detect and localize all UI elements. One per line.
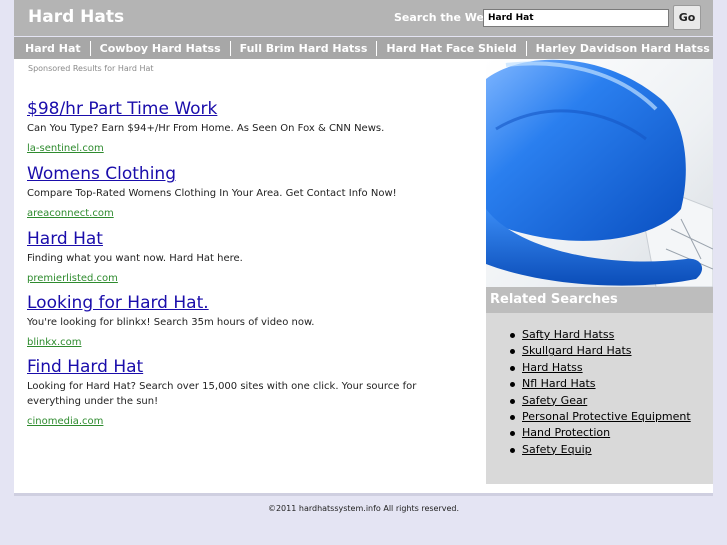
ad-title-link[interactable]: Hard Hat	[27, 229, 467, 249]
list-item: Safty Hard Hatss	[510, 327, 713, 343]
ad-title-link[interactable]: Find Hard Hat	[27, 357, 417, 377]
nav-item-full-brim-hard-hatss[interactable]: Full Brim Hard Hatss	[240, 42, 368, 55]
footer-copyright: ©2011 hardhatssystem.info All rights res…	[267, 504, 460, 513]
ad-result: Looking for Hard Hat. You're looking for…	[27, 293, 467, 349]
ad-description: You're looking for blinkx! Search 35m ho…	[27, 317, 315, 328]
related-searches-heading: Related Searches	[486, 287, 713, 313]
ad-title-link[interactable]: Womens Clothing	[27, 164, 467, 184]
footer-divider	[14, 493, 713, 496]
ad-description: Looking for Hard Hat? Search over 15,000…	[27, 381, 417, 407]
related-link-safety-equip[interactable]: Safety Equip	[522, 443, 592, 456]
header-bar: Hard Hats Search the Web: Go	[14, 0, 713, 36]
related-link-safety-gear[interactable]: Safety Gear	[522, 394, 587, 407]
related-searches-panel: Related Searches Safty Hard Hatss Skullg…	[486, 287, 713, 484]
ad-result: Find Hard Hat Looking for Hard Hat? Sear…	[27, 357, 417, 428]
related-link-hand-protection[interactable]: Hand Protection	[522, 426, 610, 439]
search-input[interactable]	[483, 9, 669, 27]
site-title: Hard Hats	[28, 7, 125, 27]
list-item: Hand Protection	[510, 425, 713, 441]
related-link-safty-hard-hatss[interactable]: Safty Hard Hatss	[522, 328, 614, 341]
ad-url-link[interactable]: la-sentinel.com	[27, 143, 104, 154]
list-item: Safety Gear	[510, 393, 713, 409]
list-item: Nfl Hard Hats	[510, 376, 713, 392]
ad-url-link[interactable]: blinkx.com	[27, 337, 82, 348]
ad-url-link[interactable]: areaconnect.com	[27, 208, 114, 219]
related-link-nfl-hard-hats[interactable]: Nfl Hard Hats	[522, 377, 596, 390]
nav-divider	[89, 40, 91, 56]
main-content: Sponsored Results for Hard Hat $98/hr Pa…	[14, 59, 713, 493]
ad-url-link[interactable]: cinomedia.com	[27, 416, 103, 427]
list-item: Safety Equip	[510, 442, 713, 458]
nav-divider	[229, 40, 231, 56]
hard-hat-illustration	[486, 59, 713, 287]
search-label: Search the Web:	[394, 11, 497, 24]
ad-description: Compare Top-Rated Womens Clothing In You…	[27, 188, 397, 199]
nav-item-cowboy-hard-hatss[interactable]: Cowboy Hard Hatss	[100, 42, 221, 55]
list-item: Skullgard Hard Hats	[510, 343, 713, 359]
related-link-personal-protective-equipment[interactable]: Personal Protective Equipment	[522, 410, 691, 423]
nav-divider	[376, 40, 378, 56]
ad-description: Can You Type? Earn $94+/Hr From Home. As…	[27, 123, 385, 134]
search-go-button[interactable]: Go	[673, 5, 701, 30]
ad-url-link[interactable]: premierlisted.com	[27, 273, 118, 284]
related-link-skullgard-hard-hats[interactable]: Skullgard Hard Hats	[522, 344, 632, 357]
nav-item-hard-hat-face-shield[interactable]: Hard Hat Face Shield	[386, 42, 516, 55]
related-link-hard-hatss[interactable]: Hard Hatss	[522, 361, 583, 374]
nav-item-harley-davidson-hard-hatss[interactable]: Harley Davidson Hard Hatss	[536, 42, 710, 55]
list-item: Hard Hatss	[510, 360, 713, 376]
ad-title-link[interactable]: $98/hr Part Time Work	[27, 99, 467, 119]
ad-description: Finding what you want now. Hard Hat here…	[27, 253, 243, 264]
ad-result: Womens Clothing Compare Top-Rated Womens…	[27, 164, 467, 220]
nav-item-hard-hat[interactable]: Hard Hat	[25, 42, 81, 55]
nav-divider	[525, 40, 527, 56]
ad-result: Hard Hat Finding what you want now. Hard…	[27, 229, 467, 285]
list-item: Personal Protective Equipment	[510, 409, 713, 425]
top-nav: Hard Hat Cowboy Hard Hatss Full Brim Har…	[14, 37, 713, 59]
ad-result: $98/hr Part Time Work Can You Type? Earn…	[27, 99, 467, 155]
ad-title-link[interactable]: Looking for Hard Hat.	[27, 293, 467, 313]
hard-hat-image	[486, 59, 713, 287]
sponsored-label: Sponsored Results for Hard Hat	[28, 64, 154, 73]
related-searches-list: Safty Hard Hatss Skullgard Hard Hats Har…	[510, 327, 713, 458]
